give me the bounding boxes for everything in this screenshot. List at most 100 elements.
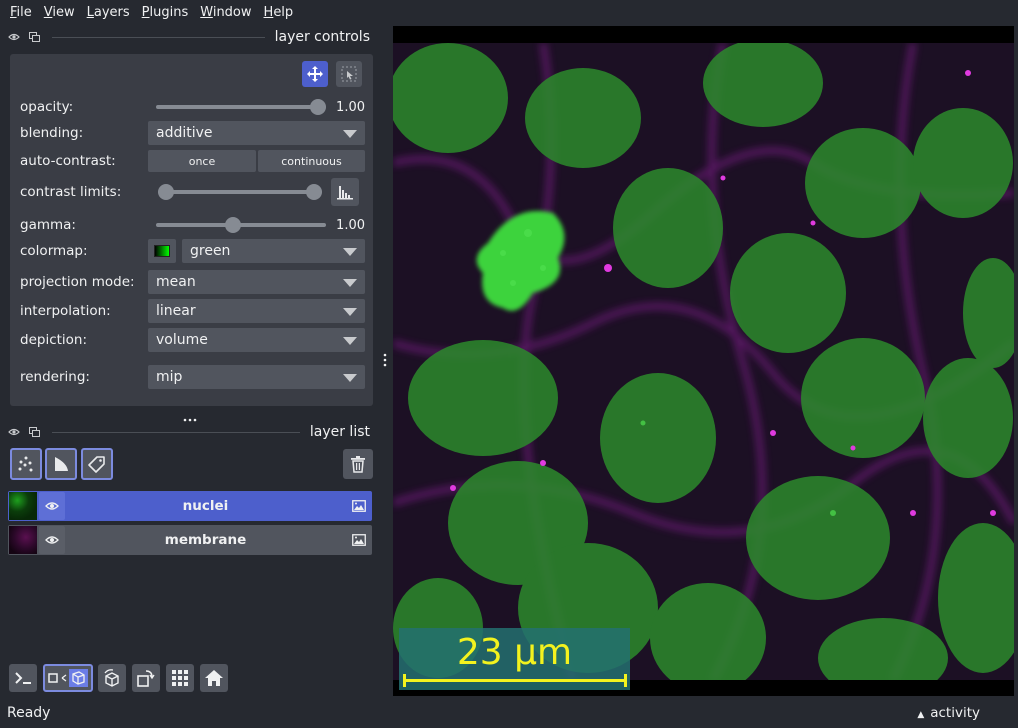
transform-icon	[341, 66, 357, 82]
new-labels-layer-button[interactable]	[81, 448, 113, 480]
contrast-limits-label: contrast limits:	[20, 184, 122, 200]
layer-row-nuclei[interactable]: nuclei	[8, 491, 372, 521]
slider-handle[interactable]	[225, 217, 242, 233]
opacity-row: opacity: 1.00	[20, 95, 365, 119]
image-layer-icon	[346, 500, 372, 512]
home-icon	[205, 670, 223, 686]
layer-thumbnail	[9, 492, 37, 520]
new-shapes-layer-button[interactable]	[45, 448, 77, 480]
blending-select[interactable]: additive	[148, 121, 365, 145]
scale-bar: 23 µm	[399, 628, 630, 690]
layer-controls-dock-title: layer controls	[8, 27, 370, 47]
float-dock-icon[interactable]	[28, 31, 40, 43]
float-dock-icon[interactable]	[28, 426, 40, 438]
auto-contrast-row: auto-contrast: once continuous	[20, 149, 365, 173]
layer-name: nuclei	[182, 498, 229, 514]
visibility-toggle[interactable]	[39, 492, 65, 520]
depiction-value: volume	[156, 332, 208, 348]
roll-dimensions-button[interactable]	[98, 664, 126, 692]
histogram-button[interactable]	[331, 178, 359, 206]
depiction-row: depiction: volume	[20, 328, 365, 352]
layer-thumbnail	[9, 526, 37, 554]
rendering-value: mip	[156, 369, 183, 385]
caret-up-icon: ▲	[917, 710, 925, 720]
more-vertical-icon	[383, 353, 387, 367]
menu-view[interactable]: View	[38, 5, 81, 20]
slider-handle[interactable]	[310, 99, 327, 115]
contrast-min-handle[interactable]	[158, 184, 174, 200]
once-button[interactable]: once	[148, 150, 256, 172]
layer-controls-panel: opacity: 1.00 blending: additive auto-co…	[10, 54, 373, 406]
terminal-icon	[15, 672, 31, 684]
layer-name: membrane	[164, 532, 247, 548]
grid-icon	[172, 670, 188, 686]
projection-select[interactable]: mean	[148, 270, 365, 294]
auto-contrast-label: auto-contrast:	[20, 153, 116, 169]
depiction-select[interactable]: volume	[148, 328, 365, 352]
ndisplay-toggle-button[interactable]	[43, 664, 93, 692]
reset-view-button[interactable]	[200, 664, 228, 692]
gamma-value: 1.00	[336, 217, 365, 233]
colormap-row: colormap: green	[20, 239, 365, 263]
menu-plugins[interactable]: Plugins	[136, 5, 195, 20]
interpolation-value: linear	[156, 303, 196, 319]
chevron-down-icon	[343, 279, 357, 287]
contrast-limits-row: contrast limits:	[20, 178, 365, 206]
eye-icon[interactable]	[8, 31, 20, 43]
activity-button[interactable]: ▲ activity	[917, 705, 980, 721]
transpose-button[interactable]	[132, 664, 160, 692]
layer-list-title: layer list	[309, 424, 370, 440]
interpolation-label: interpolation:	[20, 303, 111, 319]
interpolation-row: interpolation: linear	[20, 299, 365, 323]
layer-row-membrane[interactable]: membrane	[8, 525, 372, 555]
depiction-label: depiction:	[20, 332, 88, 348]
scale-bar-line	[404, 679, 626, 682]
menu-bar: File View Layers Plugins Window Help	[0, 0, 1018, 24]
chevron-down-icon	[343, 130, 357, 138]
status-text: Ready	[7, 705, 51, 721]
canvas-splitter-handle[interactable]	[382, 352, 388, 368]
microscopy-image[interactable]	[393, 43, 1014, 680]
eye-icon[interactable]	[8, 426, 20, 438]
viewer-canvas[interactable]: 23 µm	[393, 26, 1014, 696]
slider-track	[156, 223, 327, 227]
opacity-slider[interactable]	[156, 95, 327, 119]
scale-bar-tick-right	[624, 674, 627, 687]
visibility-toggle[interactable]	[39, 526, 65, 554]
new-points-layer-button[interactable]	[10, 448, 42, 480]
menu-layers[interactable]: Layers	[81, 5, 136, 20]
rendering-select[interactable]: mip	[148, 365, 365, 389]
activity-label: activity	[930, 705, 980, 721]
contrast-max-handle[interactable]	[306, 184, 322, 200]
rendering-row: rendering: mip	[20, 365, 365, 389]
projection-value: mean	[156, 274, 196, 290]
console-button[interactable]	[9, 664, 37, 692]
gamma-row: gamma: 1.00	[20, 213, 365, 237]
histogram-icon	[337, 186, 353, 200]
shapes-icon	[55, 457, 68, 471]
colormap-value: green	[190, 243, 231, 259]
dock-splitter-handle[interactable]	[182, 412, 198, 422]
menu-file[interactable]: File	[4, 5, 38, 20]
pan-zoom-button[interactable]	[302, 61, 328, 87]
menu-window[interactable]: Window	[194, 5, 257, 20]
interpolation-select[interactable]: linear	[148, 299, 365, 323]
grid-toggle-button[interactable]	[166, 664, 194, 692]
gamma-slider[interactable]	[156, 213, 327, 237]
scale-bar-label: 23 µm	[456, 632, 573, 673]
transform-button[interactable]	[336, 61, 362, 87]
colormap-preview[interactable]	[148, 239, 176, 263]
continuous-button[interactable]: continuous	[258, 150, 365, 172]
green-colormap-swatch	[154, 245, 170, 257]
delete-layer-button[interactable]	[343, 449, 373, 479]
scale-bar-tick-left	[403, 674, 406, 687]
blending-row: blending: additive	[20, 121, 365, 145]
contrast-limits-slider[interactable]	[158, 180, 322, 204]
chevron-down-icon	[343, 337, 357, 345]
transpose-icon	[137, 670, 155, 687]
colormap-label: colormap:	[20, 243, 88, 259]
menu-help[interactable]: Help	[258, 5, 300, 20]
colormap-select[interactable]: green	[182, 239, 365, 263]
move-icon	[307, 66, 323, 82]
opacity-label: opacity:	[20, 99, 74, 115]
